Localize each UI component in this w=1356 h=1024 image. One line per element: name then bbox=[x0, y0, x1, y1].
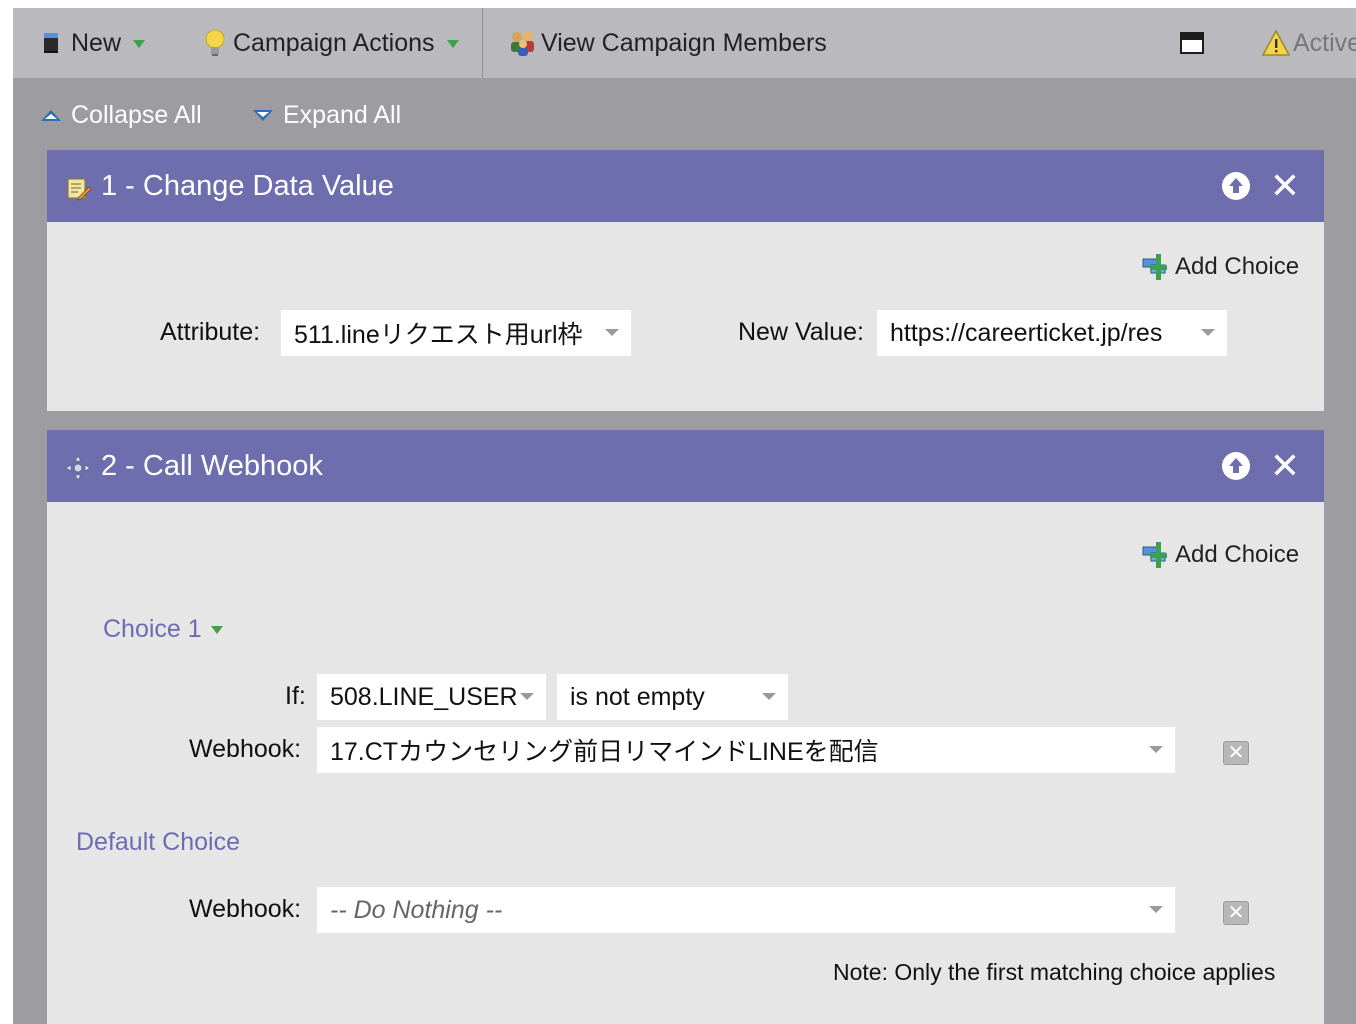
choice-1-label: Choice 1 bbox=[103, 614, 202, 643]
chevron-down-icon bbox=[1149, 906, 1163, 913]
attribute-value: 511.lineリクエスト用url枠 bbox=[294, 321, 583, 349]
webhook-icon bbox=[65, 455, 91, 481]
choice-1-webhook-value: 17.CTカウンセリング前日リマインドLINEを配信 bbox=[330, 738, 879, 766]
expand-all-button[interactable]: Expand All bbox=[253, 98, 401, 132]
close-icon: ✕ bbox=[1269, 445, 1301, 486]
people-icon bbox=[511, 31, 534, 56]
chevron-down-icon bbox=[1149, 746, 1163, 753]
arrow-up-icon bbox=[1229, 178, 1243, 193]
warning-icon bbox=[1261, 29, 1291, 56]
view-campaign-members-button[interactable]: View Campaign Members bbox=[507, 8, 827, 78]
if-label: If: bbox=[285, 682, 306, 710]
delete-default-choice-button[interactable]: ✕ bbox=[1223, 901, 1249, 925]
move-up-button[interactable] bbox=[1222, 172, 1250, 200]
toolbar: New Campaign Actions View Campaign Membe… bbox=[13, 8, 1356, 78]
if-field-dropdown[interactable]: 508.LINE_USER bbox=[317, 674, 546, 720]
default-choice-heading: Default Choice bbox=[76, 827, 240, 856]
add-choice-label: Add Choice bbox=[1175, 253, 1300, 280]
delete-step-button[interactable]: ✕ bbox=[1269, 448, 1301, 484]
step-title: 2 - Call Webhook bbox=[101, 449, 323, 482]
flow-step-call-webhook: 2 - Call Webhook ✕ Add Choice Choice 1 I… bbox=[47, 430, 1324, 1024]
note-text: Note: Only the first matching choice app… bbox=[833, 959, 1276, 985]
campaign-actions-button[interactable]: Campaign Actions bbox=[203, 8, 459, 78]
chevron-down-icon bbox=[520, 693, 534, 700]
lightbulb-icon bbox=[205, 29, 225, 56]
add-choice-icon bbox=[1142, 542, 1167, 568]
expand-arrow-icon bbox=[253, 109, 273, 121]
close-icon: ✕ bbox=[1227, 902, 1245, 924]
close-icon: ✕ bbox=[1227, 742, 1245, 764]
collapse-arrow-icon bbox=[41, 109, 61, 121]
expand-all-label: Expand All bbox=[283, 100, 402, 129]
attribute-dropdown[interactable]: 511.lineリクエスト用url枠 bbox=[281, 310, 631, 356]
collapse-all-label: Collapse All bbox=[71, 100, 202, 129]
default-webhook-value: -- Do Nothing -- bbox=[330, 895, 503, 924]
delete-choice-button[interactable]: ✕ bbox=[1223, 741, 1249, 765]
flow-step-change-data-value: 1 - Change Data Value ✕ Add Choice Attri… bbox=[47, 150, 1324, 411]
collapse-all-button[interactable]: Collapse All bbox=[41, 98, 202, 132]
toolbar-divider bbox=[482, 8, 483, 78]
attribute-label: Attribute: bbox=[160, 318, 261, 346]
if-operator-dropdown[interactable]: is not empty bbox=[557, 674, 788, 720]
active-status[interactable]: Active bbox=[1261, 8, 1356, 78]
delete-step-button[interactable]: ✕ bbox=[1269, 168, 1301, 204]
webhook-label: Webhook: bbox=[189, 735, 302, 763]
close-icon: ✕ bbox=[1269, 165, 1301, 206]
move-up-button[interactable] bbox=[1222, 452, 1250, 480]
new-value-value: https://careerticket.jp/res bbox=[890, 318, 1163, 347]
chevron-down-icon bbox=[446, 40, 459, 48]
new-menu-button[interactable]: New bbox=[41, 8, 146, 78]
new-value-dropdown[interactable]: https://careerticket.jp/res bbox=[877, 310, 1227, 356]
chevron-down-icon bbox=[1201, 329, 1215, 336]
add-choice-button[interactable]: Add Choice bbox=[1141, 249, 1299, 285]
chevron-down-icon bbox=[210, 626, 223, 634]
chevron-down-icon bbox=[605, 329, 619, 336]
webhook-label: Webhook: bbox=[189, 895, 302, 923]
choice-1-webhook-dropdown[interactable]: 17.CTカウンセリング前日リマインドLINEを配信 bbox=[317, 727, 1175, 773]
add-choice-button[interactable]: Add Choice bbox=[1141, 537, 1299, 573]
active-label: Active bbox=[1293, 28, 1356, 57]
chevron-down-icon bbox=[762, 693, 776, 700]
view-campaign-members-label: View Campaign Members bbox=[541, 28, 827, 57]
if-field-value: 508.LINE_USER bbox=[330, 682, 518, 711]
window-toggle-button[interactable] bbox=[1179, 8, 1205, 78]
add-choice-icon bbox=[1142, 254, 1167, 280]
new-menu-label: New bbox=[71, 28, 122, 57]
add-choice-label: Add Choice bbox=[1175, 541, 1300, 568]
campaign-actions-label: Campaign Actions bbox=[233, 28, 435, 57]
step-header[interactable]: 2 - Call Webhook ✕ bbox=[47, 430, 1324, 502]
new-document-icon bbox=[44, 33, 58, 53]
if-operator-value: is not empty bbox=[570, 682, 705, 711]
default-webhook-dropdown[interactable]: -- Do Nothing -- bbox=[317, 887, 1175, 933]
window-icon bbox=[1180, 32, 1204, 54]
chevron-down-icon bbox=[133, 40, 146, 48]
arrow-up-icon bbox=[1229, 458, 1243, 473]
new-value-label: New Value: bbox=[738, 318, 864, 346]
flow-editor: New Campaign Actions View Campaign Membe… bbox=[13, 8, 1356, 1024]
step-title: 1 - Change Data Value bbox=[101, 169, 394, 202]
step-header[interactable]: 1 - Change Data Value ✕ bbox=[47, 150, 1324, 222]
choice-1-heading[interactable]: Choice 1 bbox=[103, 612, 223, 646]
edit-note-icon bbox=[67, 178, 91, 201]
